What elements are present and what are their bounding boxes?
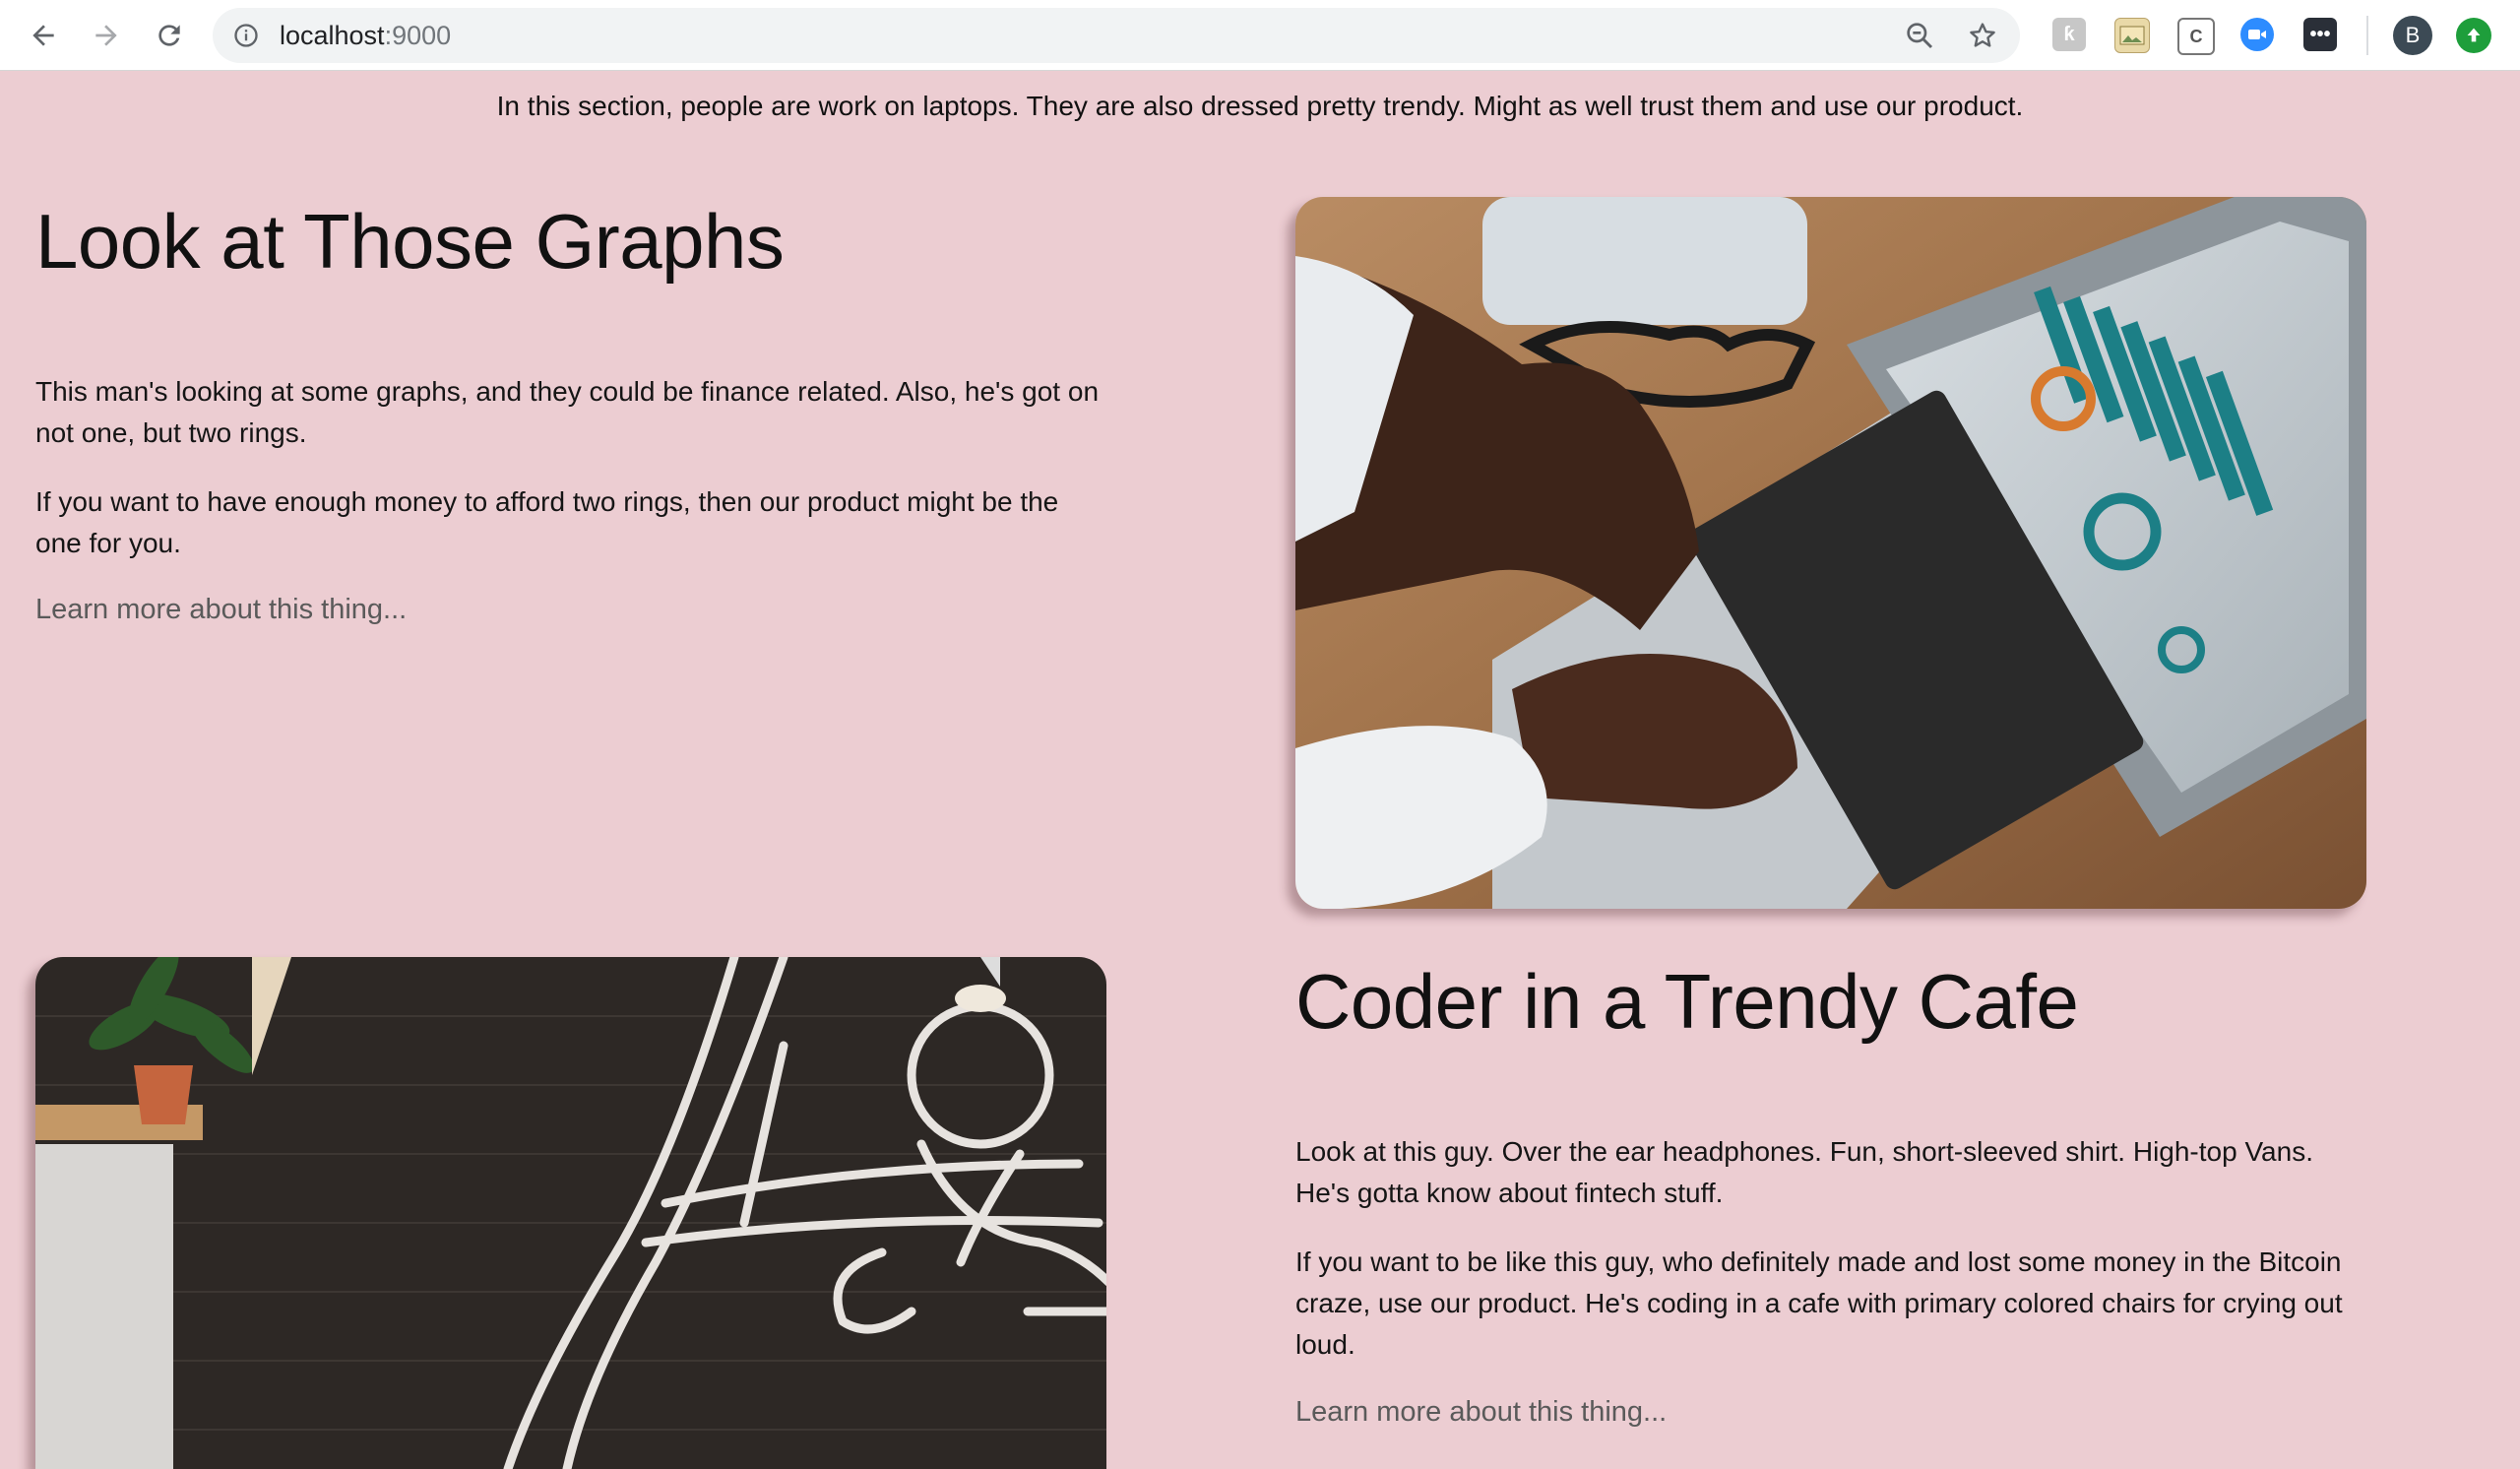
- back-button[interactable]: [22, 14, 65, 57]
- learn-more-link[interactable]: Learn more about this thing...: [35, 594, 407, 626]
- reload-icon: [158, 25, 180, 46]
- laptop-graphs-photo: [1295, 197, 2366, 909]
- section-paragraph: If you want to have enough money to affo…: [35, 486, 1059, 558]
- dots-extension-icon[interactable]: •••: [2303, 18, 2337, 51]
- star-icon[interactable]: [1967, 20, 1998, 51]
- reload-button[interactable]: [148, 14, 191, 57]
- section-intro: In this section, people are work on lapt…: [496, 91, 2024, 121]
- update-button[interactable]: [2456, 18, 2491, 53]
- puzzle-extension-icon[interactable]: ƙ: [2052, 18, 2086, 51]
- image-extension-icon[interactable]: [2114, 18, 2150, 53]
- url-host: localhost: [280, 21, 385, 50]
- section-title-graphs: Look at Those Graphs: [35, 198, 785, 285]
- c-extension-icon[interactable]: C: [2177, 18, 2215, 55]
- arrow-left-icon: [32, 25, 54, 46]
- section-paragraph: This man's looking at some graphs, and t…: [35, 376, 1100, 448]
- info-icon[interactable]: [232, 22, 260, 49]
- toolbar-separator: [2366, 16, 2368, 55]
- forward-button[interactable]: [85, 14, 128, 57]
- browser-toolbar: localhost:9000 ƙ C ••• B: [0, 0, 2520, 71]
- section-title-cafe: Coder in a Trendy Cafe: [1295, 958, 2079, 1045]
- section-paragraph: Look at this guy. Over the ear headphone…: [1295, 1136, 2313, 1208]
- learn-more-link[interactable]: Learn more about this thing...: [1295, 1396, 1667, 1429]
- video-extension-icon[interactable]: [2240, 18, 2274, 51]
- address-bar[interactable]: localhost:9000: [213, 8, 2020, 63]
- section-paragraph: If you want to be like this guy, who def…: [1295, 1246, 2343, 1360]
- cafe-mural-photo: [35, 957, 1106, 1469]
- arrow-right-icon: [95, 25, 117, 46]
- zoom-out-icon[interactable]: [1904, 20, 1935, 51]
- url-port: :9000: [384, 21, 452, 50]
- url-text[interactable]: localhost:9000: [280, 8, 451, 63]
- profile-avatar[interactable]: B: [2393, 16, 2432, 55]
- update-arrow-icon: [2467, 28, 2481, 42]
